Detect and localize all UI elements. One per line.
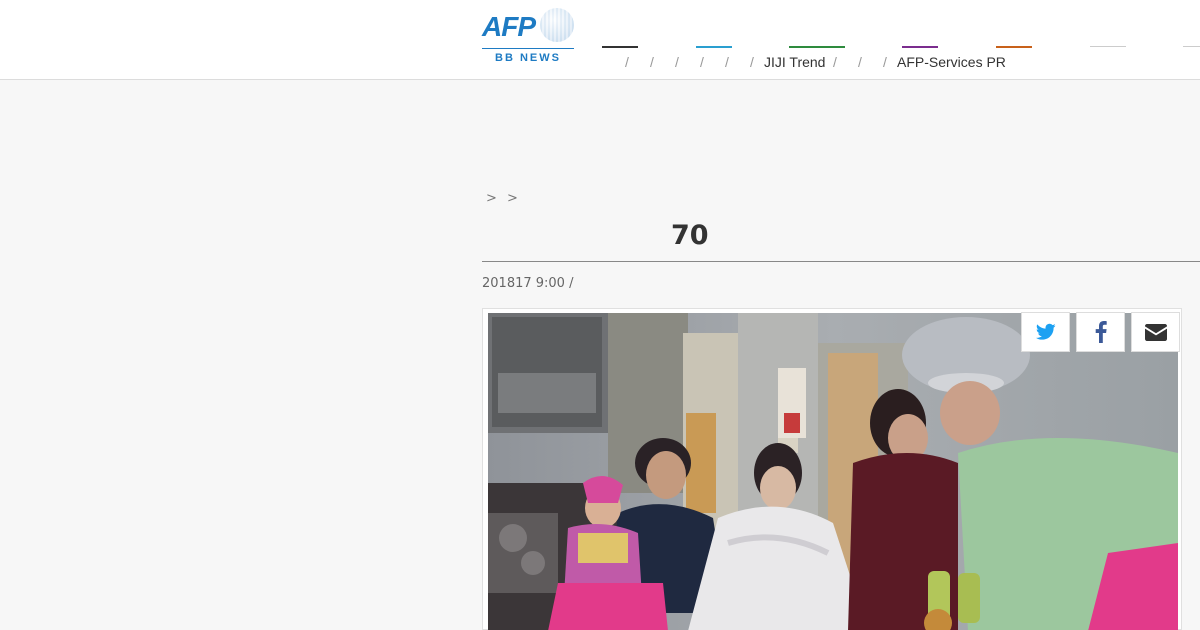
nav-separator: / [725,54,729,70]
nav-accent-2 [696,46,732,48]
facebook-share-button[interactable] [1076,312,1125,352]
nav-separator: / [833,54,837,70]
twitter-icon [1035,323,1056,340]
logo-subtitle: BB NEWS [495,52,561,64]
nav-accent-5 [996,46,1032,48]
breadcrumb[interactable]: > > [486,191,521,206]
email-share-button[interactable] [1131,312,1180,352]
nav-separator: / [858,54,862,70]
nav-accent-3 [789,46,845,48]
nav-accent-6 [1090,46,1126,47]
article-photo [482,308,1182,630]
family-photo-image [488,313,1178,630]
nav-separator: / [675,54,679,70]
facebook-icon [1095,321,1107,343]
nav-separator: / [625,54,629,70]
title-divider [482,261,1200,262]
nav-separator: / [650,54,654,70]
globe-icon [540,8,574,42]
nav-item-afp-services-pr[interactable]: AFP-Services PR [897,54,1006,70]
logo-brand: AFP [482,11,536,42]
nav-item-jiji-trend[interactable]: JIJI Trend [764,54,825,70]
nav-separator: / [883,54,887,70]
site-header: AFP BB NEWS / / / / / / JIJI Trend / / /… [0,0,1200,80]
nav-accent-7 [1183,46,1200,47]
envelope-icon [1144,323,1167,341]
article-meta: 201817 9:00 / [482,276,574,291]
logo-divider [482,48,574,49]
afp-bb-news-logo[interactable]: AFP BB NEWS [482,8,574,68]
twitter-share-button[interactable] [1021,312,1070,352]
nav-accent-1 [602,46,638,48]
nav-accent-4 [902,46,938,48]
article-title: 70 [482,220,1114,251]
nav-separator: / [750,54,754,70]
nav-separator: / [700,54,704,70]
